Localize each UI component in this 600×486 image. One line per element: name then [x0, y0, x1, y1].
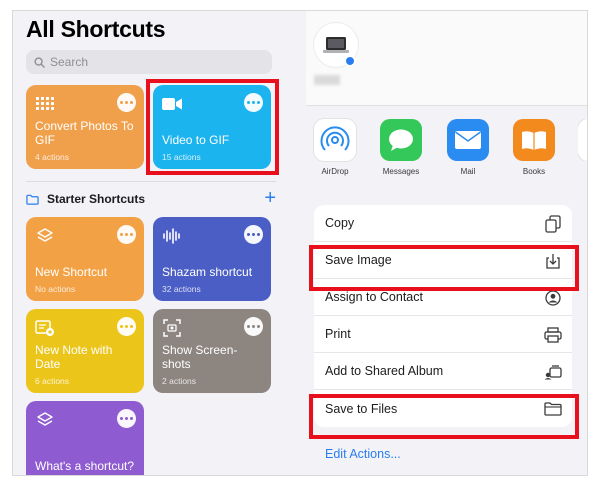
messages-icon [380, 119, 422, 161]
share-app-partial[interactable] [578, 119, 587, 161]
airdrop-badge-icon [344, 55, 356, 67]
save-down-icon [544, 252, 562, 270]
action-label: Copy [325, 216, 355, 230]
grid-icon [35, 94, 55, 114]
action-save-image[interactable]: Save Image [314, 242, 572, 279]
more-options-button[interactable] [244, 225, 263, 244]
action-label: Print [325, 327, 351, 341]
shortcut-action-count: No actions [35, 284, 76, 294]
contact-icon [544, 289, 562, 307]
shared-album-icon [544, 363, 562, 381]
action-assign-to-contact[interactable]: Assign to Contact [314, 279, 572, 316]
share-app-label: AirDrop [321, 167, 349, 176]
more-options-button[interactable] [244, 93, 263, 112]
folder-icon [544, 400, 562, 418]
shortcut-name: Convert Photos To GIF [35, 119, 134, 147]
video-camera-icon [162, 94, 182, 114]
share-app-label: Books [522, 167, 546, 176]
section-title: Starter Shortcuts [47, 192, 146, 206]
edit-actions-link[interactable]: Edit Actions... [325, 447, 401, 461]
share-app-messages[interactable]: Messages [379, 119, 423, 176]
page-title: All Shortcuts [26, 16, 166, 42]
shortcut-new-note-with-date[interactable]: New Note with Date 6 actions [26, 309, 144, 393]
shortcut-new-shortcut[interactable]: New Shortcut No actions [26, 217, 144, 301]
shortcuts-panel: All Shortcuts Search Convert Photos To G… [13, 11, 306, 475]
share-app-label: Mail [460, 167, 476, 176]
layers-icon [35, 226, 55, 246]
search-placeholder: Search [50, 55, 89, 69]
mail-icon [447, 119, 489, 161]
shortcut-whats-a-shortcut[interactable]: What's a shortcut? [26, 401, 144, 475]
screenshot-icon [162, 318, 182, 338]
shortcut-name: Show Screen-shots [162, 343, 238, 371]
more-options-button[interactable] [117, 225, 136, 244]
search-input[interactable]: Search [26, 50, 272, 74]
more-options-button[interactable] [244, 317, 263, 336]
action-label: Assign to Contact [325, 290, 423, 304]
shortcut-name: What's a shortcut? [35, 459, 134, 473]
shortcut-convert-photos-to-gif[interactable]: Convert Photos To GIF 4 actions [26, 85, 144, 169]
more-options-button[interactable] [117, 317, 136, 336]
section-header-starter-shortcuts: Starter Shortcuts + [26, 187, 276, 210]
search-icon [34, 56, 45, 68]
action-label: Add to Shared Album [325, 364, 444, 378]
action-copy[interactable]: Copy [314, 205, 572, 242]
action-save-to-files[interactable]: Save to Files [314, 390, 572, 427]
layers-icon [35, 410, 55, 430]
shortcut-action-count: 2 actions [162, 376, 197, 386]
waveform-icon [162, 226, 182, 246]
share-apps-row: AirDrop Messages Mail Books [306, 119, 587, 189]
more-options-button[interactable] [117, 93, 136, 112]
shortcut-name: Shazam shortcut [162, 265, 253, 279]
action-add-to-shared-album[interactable]: Add to Shared Album [314, 353, 572, 390]
divider [26, 181, 276, 182]
shortcut-action-count: 6 actions [35, 376, 70, 386]
shortcut-action-count: 32 actions [162, 284, 201, 294]
app-icon [578, 119, 587, 161]
printer-icon [544, 326, 562, 344]
shortcut-show-screenshots[interactable]: Show Screen-shots 2 actions [153, 309, 271, 393]
airdrop-icon [314, 119, 356, 161]
folder-icon [26, 194, 39, 205]
share-app-airdrop[interactable]: AirDrop [313, 119, 357, 176]
shortcut-name: New Note with Date [35, 343, 113, 371]
share-app-books[interactable]: Books [512, 119, 556, 176]
shortcut-video-to-gif[interactable]: Video to GIF 15 actions [153, 85, 271, 169]
share-header [306, 11, 587, 106]
shortcut-name: Video to GIF [162, 133, 230, 147]
screenshot-frame: All Shortcuts Search Convert Photos To G… [12, 10, 588, 476]
shortcut-name: New Shortcut [35, 265, 108, 279]
shortcut-action-count: 15 actions [162, 152, 201, 162]
action-label: Save to Files [325, 401, 398, 416]
copy-icon [544, 215, 562, 233]
blurred-device-name [314, 75, 340, 85]
add-shortcut-button[interactable]: + [264, 187, 276, 210]
share-app-mail[interactable]: Mail [446, 119, 490, 176]
shortcut-action-count: 4 actions [35, 152, 70, 162]
share-actions-list: Copy Save Image Assign to Contact Print [314, 205, 572, 427]
share-sheet: AirDrop Messages Mail Books Copy Save Im… [306, 11, 587, 475]
note-add-icon [35, 318, 55, 338]
action-label: Save Image [325, 253, 392, 267]
action-print[interactable]: Print [314, 316, 572, 353]
share-app-label: Messages [382, 167, 420, 176]
shortcut-shazam[interactable]: Shazam shortcut 32 actions [153, 217, 271, 301]
books-icon [513, 119, 555, 161]
more-options-button[interactable] [117, 409, 136, 428]
